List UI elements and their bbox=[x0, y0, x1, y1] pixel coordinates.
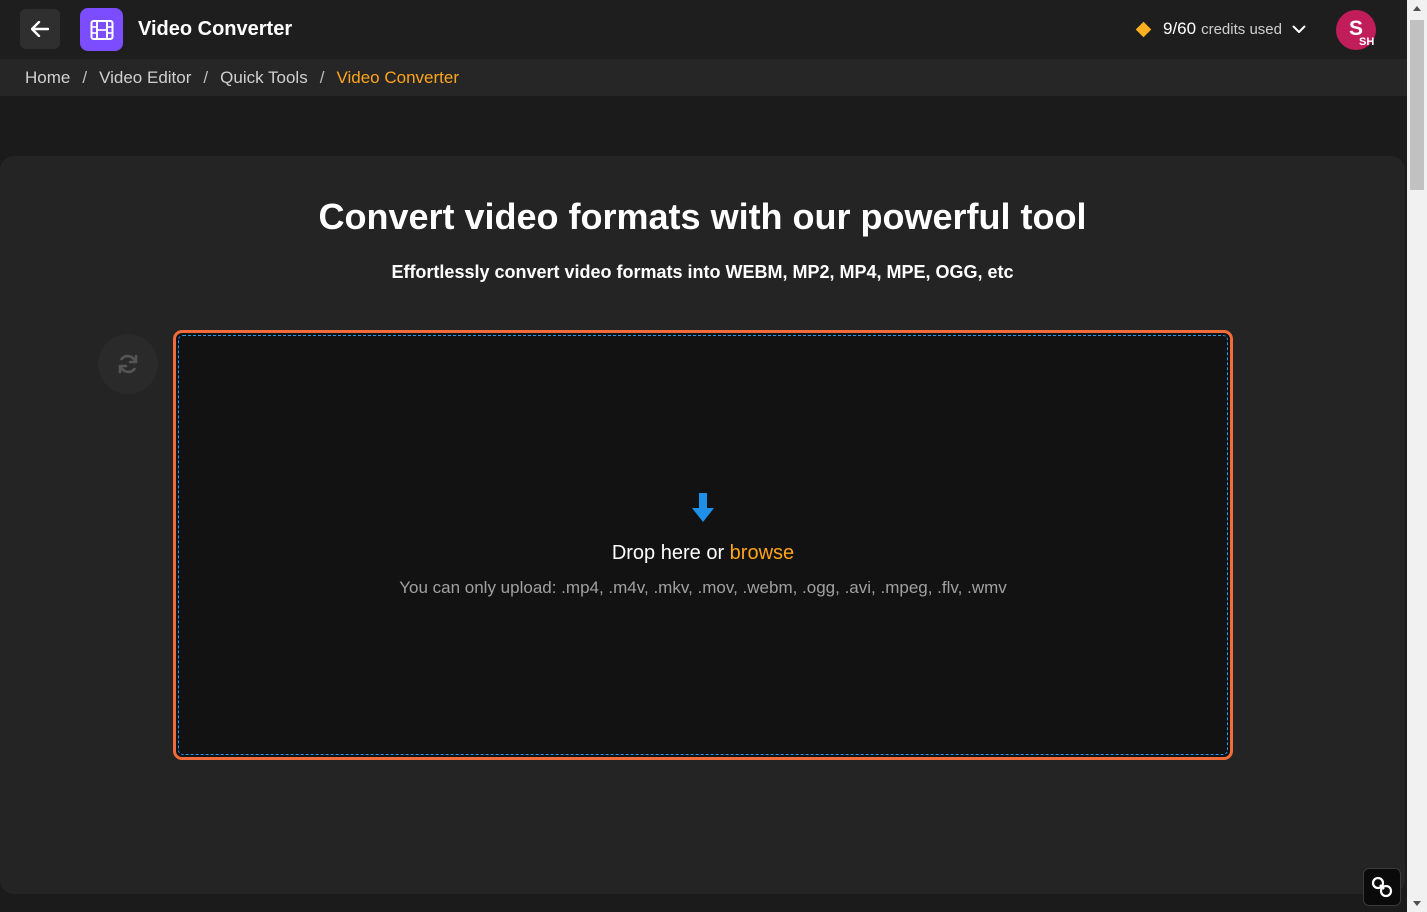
avatar-initials: SH bbox=[1359, 36, 1375, 48]
back-button[interactable] bbox=[20, 9, 60, 49]
breadcrumb-home[interactable]: Home bbox=[25, 68, 70, 88]
browse-link[interactable]: browse bbox=[730, 542, 794, 564]
user-avatar[interactable]: S SH bbox=[1336, 10, 1376, 50]
scroll-up-button[interactable] bbox=[1407, 0, 1427, 17]
breadcrumb: Home / Video Editor / Quick Tools / Vide… bbox=[0, 59, 1407, 96]
credits-label: credits used bbox=[1201, 20, 1282, 38]
drop-label: Drop here or bbox=[611, 542, 725, 564]
arrow-down-icon bbox=[692, 493, 714, 522]
scrollbar-thumb[interactable] bbox=[1410, 20, 1424, 190]
refresh-icon bbox=[118, 354, 138, 374]
scroll-down-button[interactable] bbox=[1407, 895, 1427, 912]
dropzone-area[interactable]: Drop here or browse You can only upload:… bbox=[178, 335, 1228, 755]
film-icon bbox=[90, 19, 113, 40]
breadcrumb-separator: / bbox=[82, 67, 88, 87]
breadcrumb-separator: / bbox=[203, 67, 209, 87]
credits-dropdown[interactable]: 9/60 credits used bbox=[1134, 18, 1306, 40]
upload-dropzone[interactable]: Drop here or browse You can only upload:… bbox=[173, 330, 1233, 760]
page-title: Convert video formats with our powerful … bbox=[318, 196, 1087, 237]
diamond-icon bbox=[1135, 21, 1152, 37]
arrow-left-icon bbox=[31, 21, 49, 37]
caret-up-icon bbox=[1413, 6, 1421, 11]
app-title: Video Converter bbox=[138, 18, 293, 40]
breadcrumb-current: Video Converter bbox=[336, 67, 459, 87]
allowed-formats-hint: You can only upload: .mp4, .m4v, .mkv, .… bbox=[399, 578, 1007, 597]
converter-card: Convert video formats with our powerful … bbox=[0, 156, 1405, 894]
caret-down-icon bbox=[1413, 901, 1421, 906]
page-subtitle: Effortlessly convert video formats into … bbox=[391, 262, 1014, 282]
refresh-button[interactable] bbox=[98, 334, 158, 394]
link-widget-button[interactable] bbox=[1363, 868, 1401, 906]
breadcrumb-quick-tools[interactable]: Quick Tools bbox=[220, 68, 308, 88]
dropzone-text: Drop here or browse bbox=[179, 542, 1227, 565]
link-icon bbox=[1371, 876, 1393, 898]
chevron-down-icon bbox=[1292, 25, 1306, 34]
app-header: Video Converter 9/60 credits used S SH bbox=[0, 0, 1407, 59]
credits-count: 9/60 bbox=[1163, 19, 1197, 38]
breadcrumb-video-editor[interactable]: Video Editor bbox=[99, 68, 191, 88]
app-logo bbox=[80, 8, 123, 51]
page-scrollbar[interactable] bbox=[1407, 0, 1427, 912]
breadcrumb-separator: / bbox=[319, 67, 325, 87]
